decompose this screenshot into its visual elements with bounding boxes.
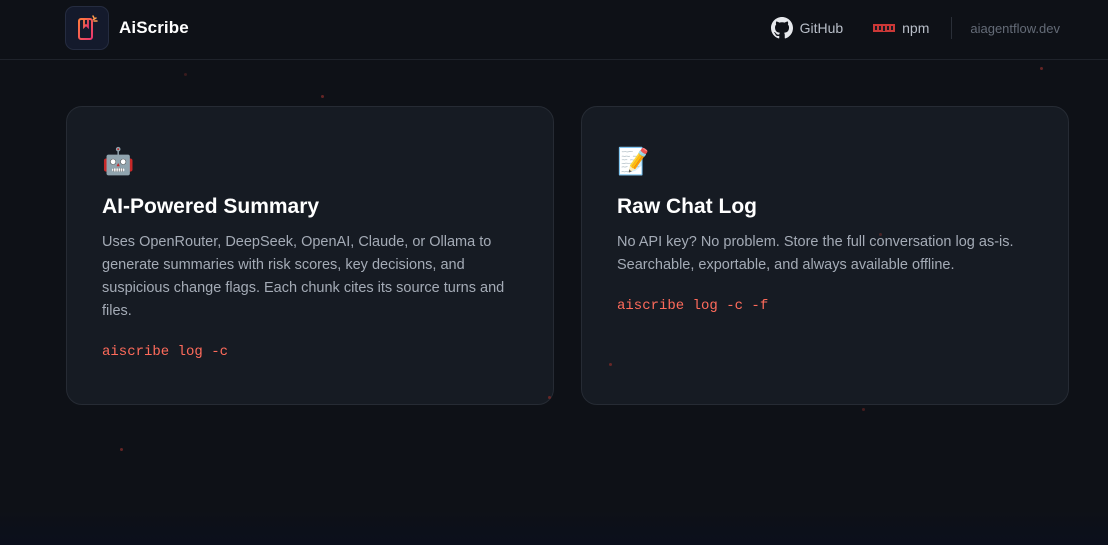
decor-dot bbox=[548, 396, 551, 399]
decor-dot bbox=[609, 363, 612, 366]
github-icon bbox=[770, 17, 793, 39]
card-command: aiscribe log -c bbox=[102, 344, 229, 360]
npm-link[interactable]: npm bbox=[873, 20, 929, 36]
decor-dot bbox=[120, 448, 123, 451]
feature-card-ai-summary: 🤖 AI-Powered Summary Uses OpenRouter, De… bbox=[66, 106, 554, 405]
nav-divider bbox=[951, 17, 953, 39]
github-link[interactable]: GitHub bbox=[770, 17, 844, 39]
memo-icon: 📝 bbox=[617, 146, 650, 176]
decor-dot bbox=[184, 73, 187, 76]
footer-band bbox=[0, 510, 1108, 545]
decor-dot bbox=[879, 233, 882, 236]
card-description: Uses OpenRouter, DeepSeek, OpenAI, Claud… bbox=[102, 234, 505, 319]
site-link[interactable]: aiagentflow.dev bbox=[970, 21, 1060, 36]
card-title: Raw Chat Log bbox=[617, 195, 757, 218]
card-command: aiscribe log -c -f bbox=[617, 298, 769, 314]
top-header: AiScribe GitHub npm aiagentflow.dev bbox=[0, 0, 1108, 60]
robot-icon: 🤖 bbox=[102, 146, 135, 176]
decor-dot bbox=[321, 95, 324, 98]
card-description: No API key? No problem. Store the full c… bbox=[617, 234, 1014, 273]
decor-dot bbox=[1040, 67, 1043, 70]
npm-label: npm bbox=[902, 20, 930, 36]
github-label: GitHub bbox=[799, 20, 844, 36]
card-title: AI-Powered Summary bbox=[102, 195, 320, 218]
bookmark-logo-icon bbox=[65, 6, 109, 50]
brand[interactable]: AiScribe bbox=[65, 6, 189, 50]
npm-icon bbox=[873, 23, 896, 33]
brand-name: AiScribe bbox=[119, 18, 189, 37]
header-nav: GitHub npm aiagentflow.dev bbox=[770, 16, 1060, 40]
feature-card-raw-log: 📝 Raw Chat Log No API key? No problem. S… bbox=[581, 106, 1069, 405]
decor-dot bbox=[862, 408, 865, 411]
